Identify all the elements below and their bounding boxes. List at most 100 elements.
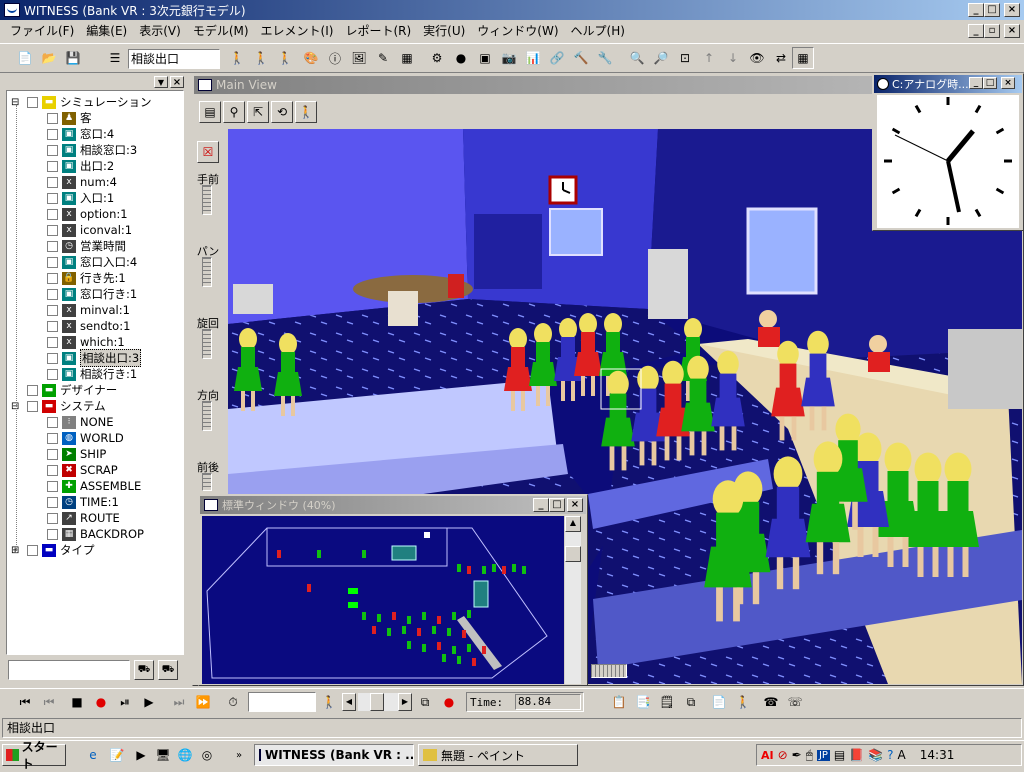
tree-checkbox[interactable] (47, 272, 58, 284)
view-layout-button[interactable]: ▤ (199, 101, 221, 123)
standard-window-scrollbar[interactable]: ▲ (565, 516, 581, 684)
tree-checkbox[interactable] (47, 176, 58, 188)
close-button[interactable]: × (1004, 3, 1020, 17)
element-tree[interactable]: ⊟ ▬ シミュレーション ♟ 客 ▣ 窓口:4 ▣ 相談窓口:3 ▣ 出口:2 x num:4 ▣ 入口:1… (6, 90, 184, 655)
minimize-button[interactable]: _ (968, 3, 984, 17)
stop-icon[interactable]: ■ (66, 691, 88, 713)
tree-item[interactable]: x option:1 (47, 206, 128, 222)
tray-icon-mouse[interactable]: 🖱 (806, 748, 813, 763)
tree-checkbox[interactable] (47, 208, 58, 220)
link-icon[interactable]: 🔗 (546, 47, 568, 69)
tree-item[interactable]: ⊟ ▬ シミュレーション (11, 94, 152, 110)
tree-checkbox[interactable] (47, 368, 58, 380)
report-icon-7[interactable]: ☎ (760, 691, 782, 713)
tree-checkbox[interactable] (47, 480, 58, 492)
zoom-out-icon[interactable]: 🔎 (650, 47, 672, 69)
taskbar-item[interactable]: 無題 - ペイント (418, 744, 578, 766)
view-walk-button[interactable]: 🚶 (295, 101, 317, 123)
menu-item-2[interactable]: 表示(V) (133, 21, 187, 41)
tree-item[interactable]: ⁝ NONE (47, 414, 114, 430)
panel-close-button[interactable]: × (170, 76, 184, 88)
walk-icon-1[interactable]: 🚶 (226, 47, 248, 69)
run-walk-icon[interactable]: 🚶 (318, 691, 340, 713)
mdi-restore-button[interactable]: ▫ (984, 24, 1000, 38)
view-scroll-indicator[interactable] (591, 664, 627, 678)
mdi-minimize-button[interactable]: _ (968, 24, 984, 38)
hammer-icon[interactable]: 🔨 (570, 47, 592, 69)
tree-item[interactable]: ▣ 出口:2 (47, 158, 114, 174)
view-select-button[interactable]: ☒ (197, 141, 219, 163)
report-icon-5[interactable]: 📄 (708, 691, 730, 713)
walk-icon-2[interactable]: 🚶 (250, 47, 272, 69)
element-select-input[interactable]: 相談出口 (128, 49, 220, 69)
chart-icon[interactable]: 📊 (522, 47, 544, 69)
step-forward-icon[interactable]: ⏭ (168, 691, 190, 713)
tree-item[interactable]: ✖ SCRAP (47, 462, 118, 478)
tree-checkbox[interactable] (47, 528, 58, 540)
tree-checkbox[interactable] (47, 448, 58, 460)
tree-item[interactable]: ▣ 窓口:4 (47, 126, 114, 142)
tree-item[interactable]: ⊟ ▬ システム (11, 398, 106, 414)
image-icon[interactable]: 🖼 (348, 47, 370, 69)
tree-checkbox[interactable] (27, 400, 38, 412)
tree-checkbox[interactable] (47, 320, 58, 332)
tree-item[interactable]: ▣ 入口:1 (47, 190, 114, 206)
ie-icon[interactable]: e (82, 744, 104, 766)
route-icon[interactable]: ⇄ (770, 47, 792, 69)
run-record-icon[interactable]: ● (438, 691, 460, 713)
arrow-down-icon[interactable]: ↓ (722, 47, 744, 69)
outlook-icon[interactable]: 📝 (106, 744, 128, 766)
tree-checkbox[interactable] (47, 336, 58, 348)
tray-icon-dict[interactable]: 📚 (868, 748, 883, 762)
arrow-up-icon[interactable]: ↑ (698, 47, 720, 69)
tray-icon-book[interactable]: 📕 (849, 748, 864, 762)
record-icon[interactable]: ● (90, 691, 112, 713)
view-nav-slider[interactable] (202, 257, 212, 287)
tree-item[interactable]: ♟ 客 (47, 110, 92, 126)
open-icon[interactable]: 📂 (38, 47, 60, 69)
tree-checkbox[interactable] (47, 496, 58, 508)
run-copy-icon[interactable]: ⧉ (414, 691, 436, 713)
quicklaunch-more-icon[interactable]: » (228, 744, 250, 766)
tray-icon-a[interactable]: A (898, 748, 906, 762)
tree-checkbox[interactable] (47, 128, 58, 140)
walk-icon-3[interactable]: 🚶 (274, 47, 296, 69)
standard-maximize-button[interactable]: □ (549, 498, 565, 512)
speed-right-button[interactable]: ▶ (398, 693, 412, 711)
view-nav-slider[interactable] (202, 473, 212, 491)
tree-item[interactable]: x minval:1 (47, 302, 130, 318)
menu-item-4[interactable]: エレメント(I) (255, 21, 340, 41)
camera-icon[interactable]: 📷 (498, 47, 520, 69)
tree-search-input[interactable] (8, 660, 130, 680)
rewind-icon[interactable]: ⏮ (14, 691, 36, 713)
tree-checkbox[interactable] (47, 464, 58, 476)
panel-dropdown-button[interactable]: ▼ (154, 76, 168, 88)
view-nav-slider[interactable] (202, 401, 212, 431)
new-icon[interactable]: 📄 (14, 47, 36, 69)
timer-icon[interactable]: ⏱ (222, 691, 244, 713)
tray-clock[interactable]: 14:31 (920, 748, 955, 762)
tree-checkbox[interactable] (27, 96, 38, 108)
tree-item[interactable]: ▣ 相談窓口:3 (47, 142, 137, 158)
taskbar-item[interactable]: WITNESS (Bank VR : ... (254, 744, 414, 766)
tree-item[interactable]: ▦ BACKDROP (47, 526, 144, 542)
element-list-icon[interactable]: ☰ (104, 47, 126, 69)
tree-item[interactable]: ➤ SHIP (47, 446, 106, 462)
menu-item-7[interactable]: ウィンドウ(W) (471, 21, 564, 41)
tree-item[interactable]: ◷ TIME:1 (47, 494, 119, 510)
tray-icon-help[interactable]: ? (887, 748, 893, 762)
menu-item-0[interactable]: ファイル(F) (4, 21, 80, 41)
tree-checkbox[interactable] (47, 160, 58, 172)
tree-checkbox[interactable] (47, 416, 58, 428)
report-icon-3[interactable]: 🗒 (656, 691, 678, 713)
mdi-close-button[interactable]: × (1004, 24, 1020, 38)
speed-left-button[interactable]: ◀ (342, 693, 356, 711)
media-icon[interactable]: ▶ (130, 744, 152, 766)
tree-item[interactable]: ◍ WORLD (47, 430, 124, 446)
speed-slider[interactable] (358, 693, 398, 711)
tray-icon-pen[interactable]: ✒ (792, 748, 802, 762)
tree-checkbox[interactable] (47, 112, 58, 124)
menu-item-8[interactable]: ヘルプ(H) (565, 21, 631, 41)
step-icon[interactable]: ⏯ (114, 691, 136, 713)
tray-icon-ime[interactable]: ▤ (834, 748, 845, 762)
